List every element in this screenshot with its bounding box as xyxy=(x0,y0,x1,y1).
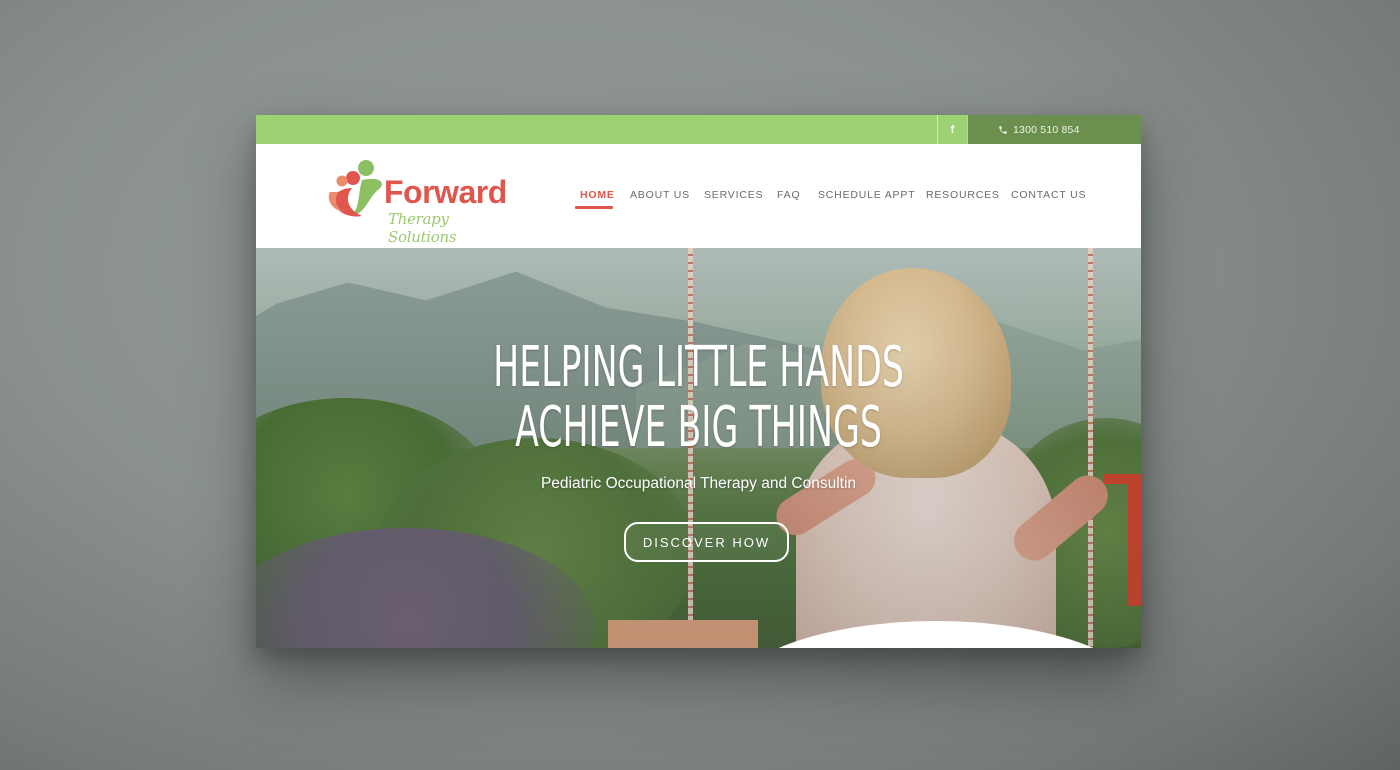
phone-link[interactable]: 1300 510 854 xyxy=(968,115,1141,144)
hero-subtitle: Pediatric Occupational Therapy and Consu… xyxy=(540,475,857,492)
nav-services[interactable]: SERVICES xyxy=(704,189,763,201)
nav-active-indicator xyxy=(575,206,613,209)
phone-number: 1300 510 854 xyxy=(1013,123,1080,136)
nav-contact-us[interactable]: CONTACT US xyxy=(1011,189,1086,201)
site-header: Forward Therapy Solutions HOME ABOUT US … xyxy=(256,144,1141,248)
site-logo[interactable]: Forward Therapy Solutions xyxy=(322,158,514,246)
discover-how-button[interactable]: DISCOVER HOW xyxy=(624,522,789,562)
nav-about-us[interactable]: ABOUT US xyxy=(630,189,690,201)
facebook-icon: f xyxy=(950,123,955,136)
nav-home[interactable]: HOME xyxy=(580,189,615,201)
website-mockup: f 1300 510 854 Forward Therapy Solutions… xyxy=(256,115,1141,648)
phone-icon xyxy=(999,125,1007,134)
facebook-link[interactable]: f xyxy=(937,115,968,144)
logo-figures-icon xyxy=(328,160,382,217)
logo-tagline: Therapy Solutions xyxy=(388,210,457,246)
hero-title-line: ACHIEVE BIG THINGS xyxy=(515,395,882,460)
hero-banner: HELPING LITTLE HANDS ACHIEVE BIG THINGS … xyxy=(256,248,1141,648)
nav-resources[interactable]: RESOURCES xyxy=(926,189,1000,201)
nav-faq[interactable]: FAQ xyxy=(777,189,800,201)
top-bar: f 1300 510 854 xyxy=(256,115,1141,144)
hero-title: HELPING LITTLE HANDS ACHIEVE BIG THINGS xyxy=(424,338,973,458)
nav-schedule-appt[interactable]: SCHEDULE APPT xyxy=(818,189,915,201)
hero-title-line: HELPING LITTLE HANDS xyxy=(493,335,904,400)
logo-wordmark: Forward xyxy=(384,174,507,210)
